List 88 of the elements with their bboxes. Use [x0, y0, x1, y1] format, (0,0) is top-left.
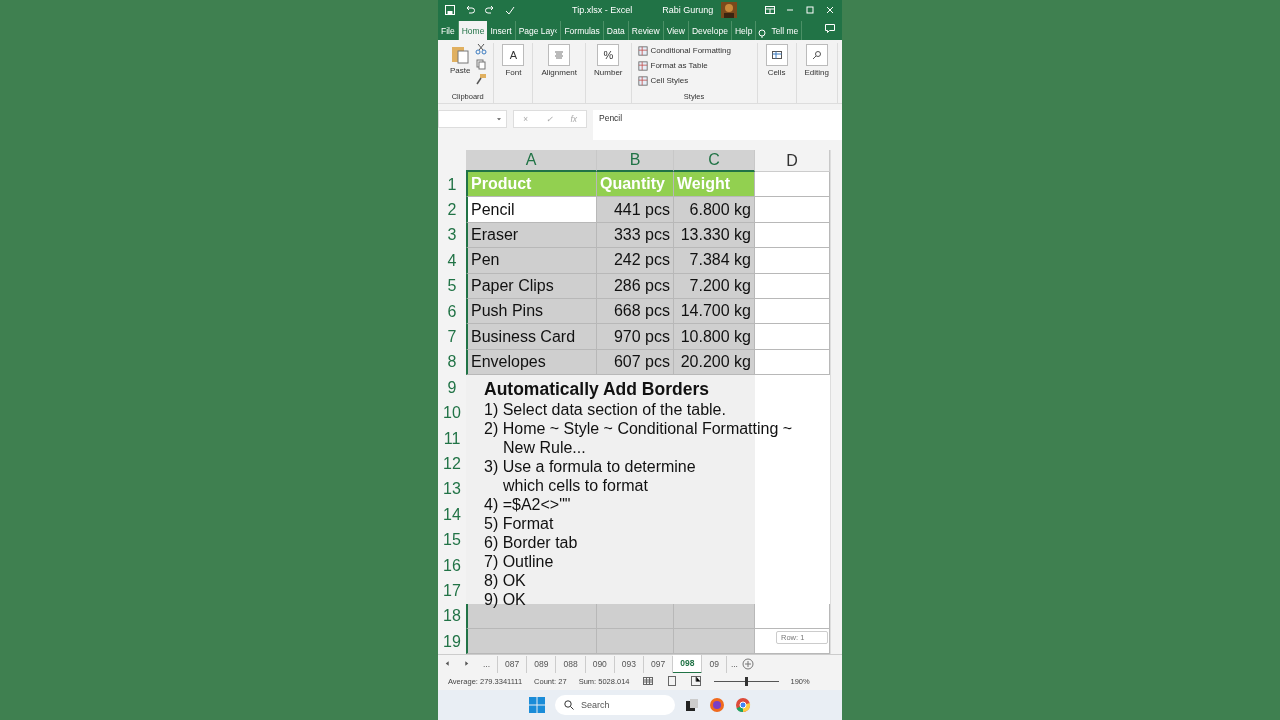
table-cell: 6.800 kg: [674, 197, 755, 223]
styles-menu-button[interactable]: Cell Styles: [637, 73, 689, 88]
ribbon-display-icon: [764, 3, 776, 16]
sheet-overflow[interactable]: ...: [726, 659, 742, 670]
table-cell: 668 pcs: [597, 298, 674, 325]
maximize-icon: [804, 3, 816, 16]
clipboard-icon: [451, 44, 470, 64]
user-name: Rabi Gurung: [662, 4, 714, 15]
search-icon: [810, 49, 823, 61]
note-step: 7) Outline: [484, 552, 554, 571]
table-cell: 13.330 kg: [674, 222, 755, 249]
save-icon: [444, 3, 456, 16]
sheet-tab[interactable]: 088: [556, 655, 586, 673]
sheet-tab[interactable]: 09: [702, 655, 727, 673]
note-step: 9) OK: [484, 590, 526, 609]
table-cell: 7.200 kg: [674, 273, 755, 299]
redo-icon: [484, 3, 496, 16]
paste-button[interactable]: Paste: [448, 43, 473, 85]
ribbon-button[interactable]: Alignment: [539, 43, 580, 78]
task-view-icon[interactable]: [685, 698, 699, 712]
table-format-icon: [637, 45, 648, 56]
taskbar-search-field[interactable]: Search: [555, 695, 675, 715]
browser-icon[interactable]: [709, 697, 725, 713]
sheet-tab[interactable]: 093: [614, 655, 645, 673]
note-step: 4) =$A2<>"": [484, 495, 571, 514]
note-step: 2) Home ~ Style ~ Conditional Formatting ~ New Rule...: [484, 419, 793, 457]
paragraph-lines-icon: [553, 49, 566, 61]
table-format-icon: [637, 75, 648, 86]
table-cell: Push Pins: [466, 298, 597, 325]
sheet-tab[interactable]: 090: [585, 655, 615, 673]
table-icon: [770, 49, 783, 61]
note-step: 5) Format: [484, 514, 554, 533]
table-cell: Product: [466, 172, 597, 198]
ribbon-tab[interactable]: Home: [458, 21, 488, 40]
table-cell: 286 pcs: [597, 273, 674, 299]
note-step: 8) OK: [484, 571, 526, 590]
scroll-left-icon: [444, 660, 451, 668]
sheet-tab[interactable]: 098: [673, 654, 703, 674]
ribbon-button[interactable]: % Number: [592, 43, 625, 78]
table-cell: 970 pcs: [597, 324, 674, 350]
table-cell: Quantity: [597, 172, 674, 198]
note-step: 6) Border tab: [484, 533, 578, 552]
format-painter-icon: [475, 73, 488, 85]
column-header[interactable]: B: [597, 150, 674, 172]
table-cell: Eraser: [466, 222, 597, 249]
note-step: 1) Select data section of the table.: [484, 400, 726, 419]
column-header[interactable]: D: [755, 150, 830, 172]
page-break-icon: [689, 675, 702, 688]
table-cell: Envelopes: [466, 349, 597, 376]
table-cell: 242 pcs: [597, 248, 674, 274]
undo-icon: [464, 3, 476, 16]
grid-view-icon: [641, 675, 654, 688]
sheet-tab[interactable]: 087: [498, 655, 528, 673]
table-cell: 607 pcs: [597, 349, 674, 376]
comment-icon: [824, 22, 836, 34]
table-cell: Pencil: [466, 197, 597, 223]
table-cell: 14.700 kg: [674, 298, 755, 325]
table-cell: Weight: [674, 172, 755, 198]
lightbulb-icon: [756, 28, 769, 40]
table-cell: 7.384 kg: [674, 248, 755, 274]
sheet-tab[interactable]: 089: [527, 655, 557, 673]
scissors-icon: [475, 43, 488, 55]
table-cell: Paper Clips: [466, 273, 597, 299]
browser-icon[interactable]: [735, 697, 751, 713]
table-cell: Business Card: [466, 324, 597, 350]
column-header[interactable]: A: [466, 150, 597, 172]
add-sheet-icon: [741, 658, 754, 671]
page-layout-icon: [665, 675, 678, 688]
table-cell: 441 pcs: [597, 197, 674, 223]
note-step: 3) Use a formula to determine which cells to format: [484, 457, 696, 495]
dropdown-icon: [495, 115, 503, 123]
table-cell: 10.800 kg: [674, 324, 755, 350]
styles-menu-button[interactable]: Format as Table: [637, 58, 708, 73]
note-title: Automatically Add Borders: [484, 379, 709, 400]
table-format-icon: [637, 60, 648, 71]
windows-start-icon[interactable]: [529, 697, 545, 713]
search-icon: [563, 699, 575, 711]
table-cell: Pen: [466, 248, 597, 274]
window-title: Tip.xlsx - Excel: [572, 4, 633, 15]
table-cell: 333 pcs: [597, 222, 674, 249]
scroll-right-icon: [463, 660, 470, 668]
sheet-overflow[interactable]: ...: [476, 655, 499, 673]
table-cell: 20.200 kg: [674, 349, 755, 376]
styles-menu-button[interactable]: Conditional Formatting: [637, 43, 731, 58]
ribbon-button[interactable]: Editing: [802, 43, 831, 78]
column-header[interactable]: C: [674, 150, 755, 172]
copy-icon: [475, 58, 488, 70]
formula-field[interactable]: Pencil: [593, 110, 842, 140]
